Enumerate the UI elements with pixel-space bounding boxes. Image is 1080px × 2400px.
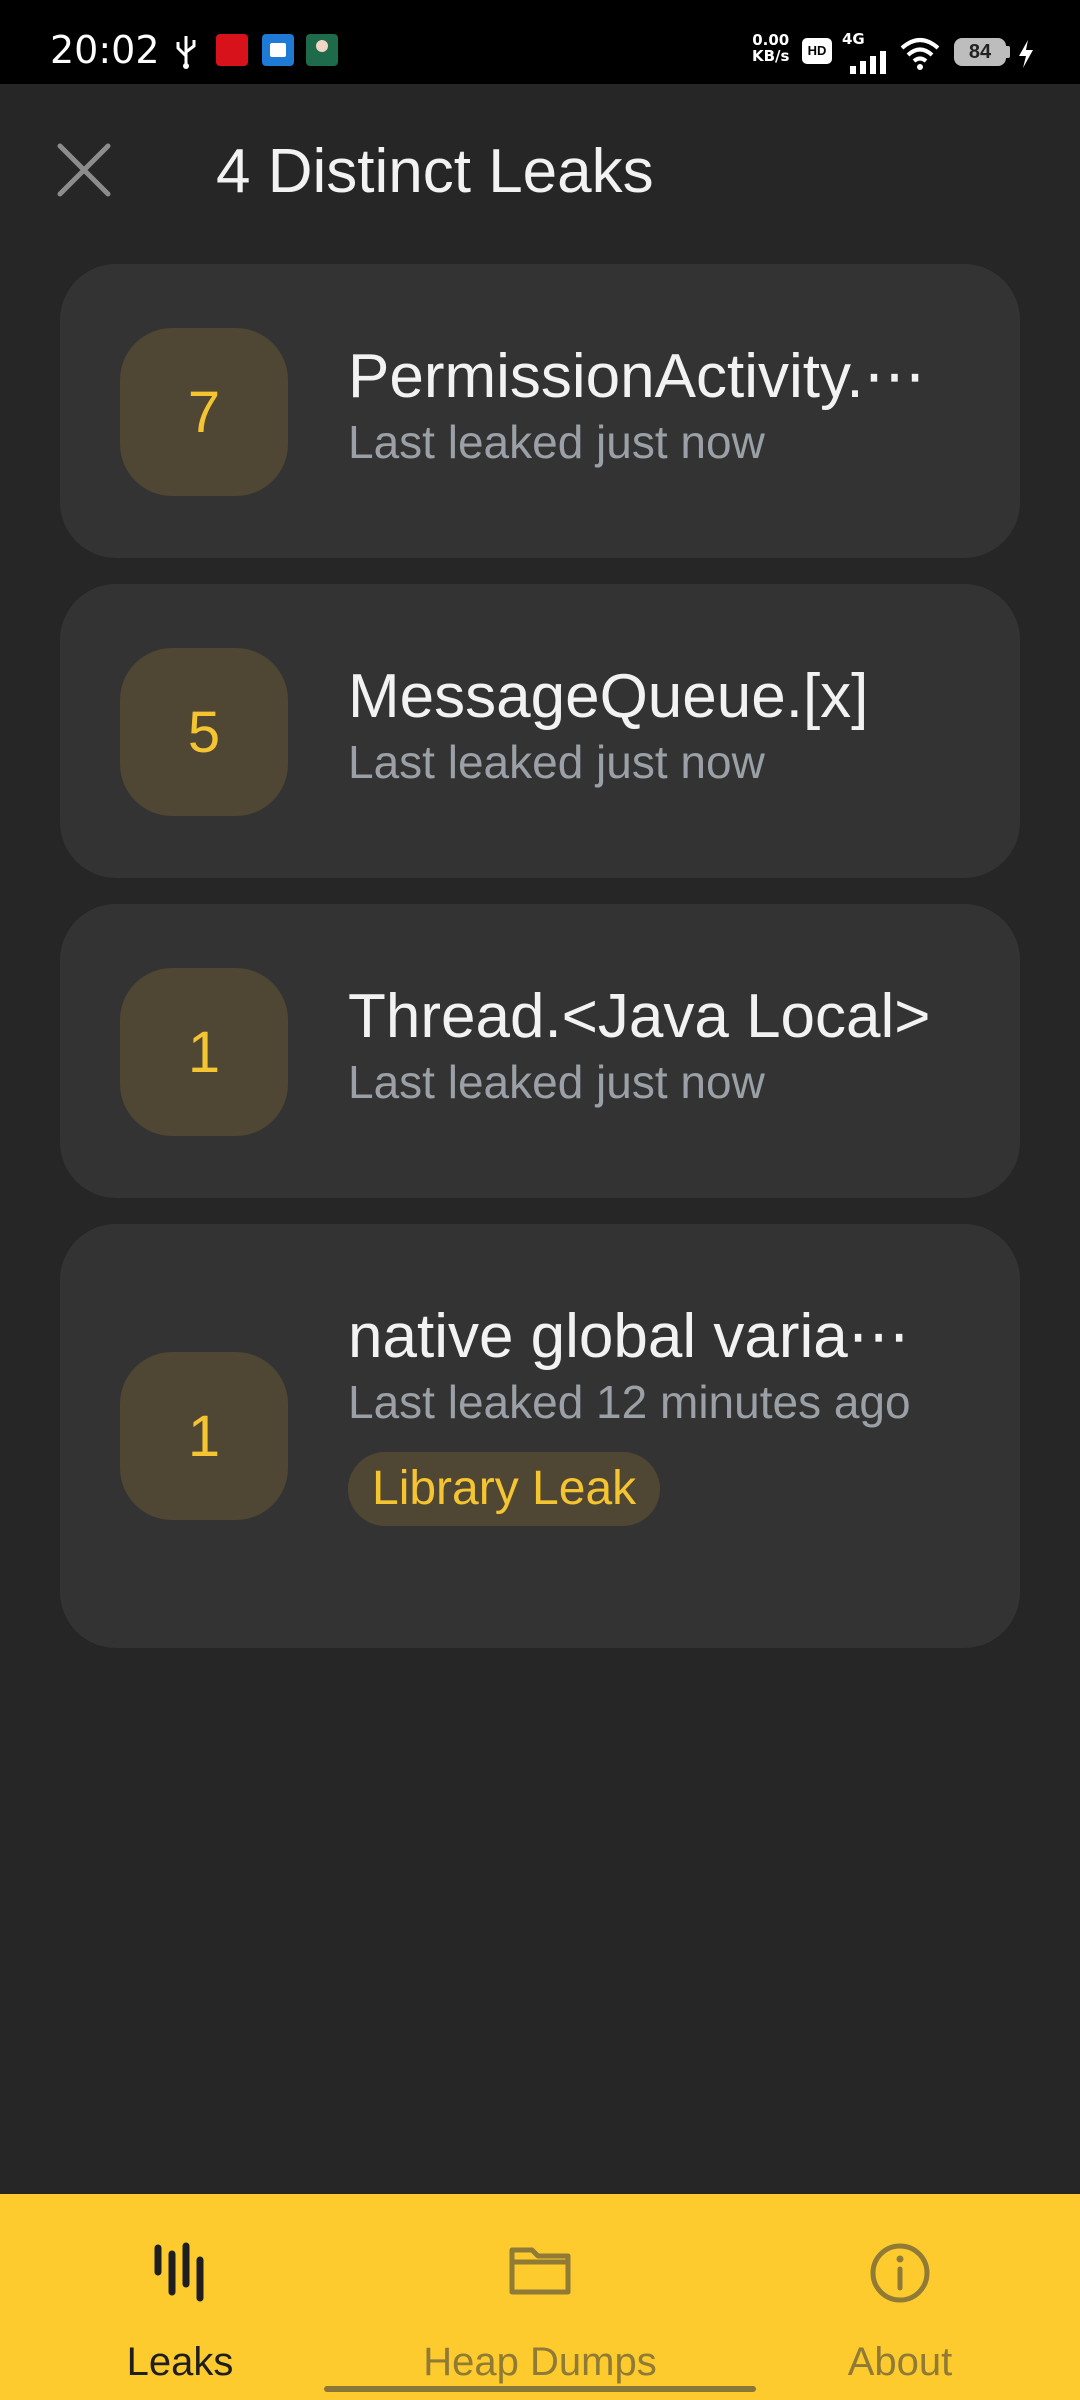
app-header: 4 Distinct Leaks [0,84,1080,254]
leak-subtitle: Last leaked just now [348,416,765,468]
nav-label-about: About [847,2340,953,2384]
leak-title: PermissionActivity.⋯ [348,342,926,411]
leak-subtitle: Last leaked 12 minutes ago [348,1376,911,1428]
info-icon [870,2243,930,2303]
net-speed-value: 0.00 [752,31,790,49]
leak-text: Thread.<Java Local> Last leaked just now [348,980,968,1110]
usb-icon [176,36,196,69]
leak-card[interactable]: 7 PermissionActivity.⋯ Last leaked just … [60,264,1020,558]
nav-item-about[interactable]: About [750,2194,1050,2400]
bottom-navigation: Leaks Heap Dumps About [0,2194,1080,2400]
leak-count-badge: 5 [120,648,288,816]
leaks-icon [154,2242,204,2302]
leak-card[interactable]: 5 MessageQueue.[x] Last leaked just now [60,584,1020,878]
leak-count-badge: 1 [120,968,288,1136]
hd-icon: HD [802,38,832,64]
leak-text: PermissionActivity.⋯ Last leaked just no… [348,340,968,470]
home-indicator[interactable] [324,2386,756,2392]
folder-icon [509,2247,571,2295]
library-leak-tag: Library Leak [348,1452,661,1526]
status-time: 20:02 [50,28,160,72]
leak-card[interactable]: 1 native global varia⋯ Last leaked 12 mi… [60,1224,1020,1648]
signal-icon [850,51,886,74]
leak-title: MessageQueue.[x] [348,662,869,731]
status-bar: 20:02 0.00 KB/s HD 4G 84 [0,0,1080,84]
leak-text: MessageQueue.[x] Last leaked just now [348,660,968,790]
charging-icon [1019,40,1033,68]
leak-title: Thread.<Java Local> [348,982,931,1051]
leak-card[interactable]: 1 Thread.<Java Local> Last leaked just n… [60,904,1020,1198]
nav-item-leaks[interactable]: Leaks [30,2194,330,2400]
nav-item-heap-dumps[interactable]: Heap Dumps [390,2194,690,2400]
close-icon [57,143,111,197]
close-button[interactable] [48,134,120,206]
leak-title: native global varia⋯ [348,1302,910,1371]
battery-tip [1006,46,1010,58]
app-notification-icon [262,34,294,66]
net-speed-unit: KB/s [752,47,790,65]
app-notification-icon [216,34,248,66]
leak-count-badge: 1 [120,1352,288,1520]
leak-count-badge: 7 [120,328,288,496]
nav-label-leaks: Leaks [126,2340,234,2384]
page-title: 4 Distinct Leaks [216,137,654,206]
leak-text: native global varia⋯ Last leaked 12 minu… [348,1300,968,1526]
battery-icon: 84 [954,38,1006,66]
leak-subtitle: Last leaked just now [348,736,765,788]
leak-subtitle: Last leaked just now [348,1056,765,1108]
leak-list: 7 PermissionActivity.⋯ Last leaked just … [60,264,1020,1674]
app-notification-icon [306,34,338,66]
network-speed: 0.00 KB/s [752,32,789,64]
nav-label-heap-dumps: Heap Dumps [423,2340,657,2384]
wifi-icon [900,38,940,70]
